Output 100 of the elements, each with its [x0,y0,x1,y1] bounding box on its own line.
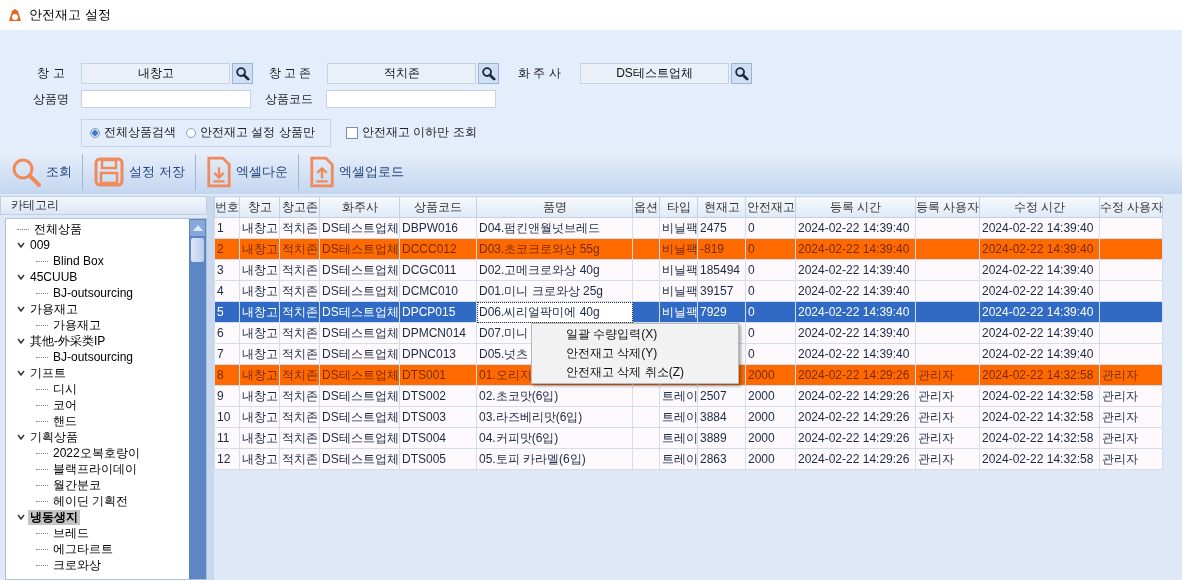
chevron-icon[interactable] [17,513,25,521]
menu-item[interactable]: 안전재고 삭제(Y) [532,344,738,363]
toolbar-button[interactable]: 엑셀업로드 [304,154,408,190]
table-cell: 2024-02-22 14:29:26 [798,368,910,382]
scrollbar[interactable] [189,219,206,579]
chevron-icon[interactable] [17,241,25,249]
table-cell: 2024-02-22 14:39:40 [982,326,1094,340]
table-cell: 관리자 [1102,367,1138,382]
tree-item[interactable]: 45CUUB [28,269,80,285]
file-upload-icon [308,156,335,188]
column-header[interactable]: 타입 [659,196,698,218]
tree-item[interactable]: 크로와상 [51,557,103,573]
table-cell: DS테스트업체 [322,430,399,445]
table-cell: 관리자 [918,409,954,424]
tree-item[interactable]: 기프트 [28,365,68,381]
column-header[interactable]: 옵션 [632,196,660,218]
column-header[interactable]: 품명 [476,196,633,218]
table-cell: DS테스트업체 [322,262,399,277]
tree-item[interactable]: 월간분코 [51,477,103,493]
lookup-field[interactable]: 적치존 [327,63,476,84]
lookup-field[interactable]: DS테스트업체 [580,63,729,84]
table-cell: DS테스트업체 [322,220,399,235]
tree-item[interactable]: 핸드 [51,413,79,429]
table-cell: 11 [217,431,230,445]
scrollbar-thumb[interactable] [191,238,204,262]
tree-item[interactable]: 2022오복호랑이 [51,445,142,461]
column-header[interactable]: 수정 시간 [979,196,1100,218]
tree-item[interactable]: 디시 [51,381,79,397]
tree-item[interactable]: 가용재고 [28,301,80,317]
table-cell: DS테스트업체 [322,283,399,298]
tree-item[interactable]: 가용재고 [51,317,103,333]
table-cell: 7929 [700,305,727,319]
tree-item[interactable]: 에그타르트 [51,541,115,557]
column-header[interactable]: 등록 시간 [795,196,916,218]
radio-option[interactable]: 안전재고 설정 상품만 [186,124,315,141]
tree-item[interactable]: Blind Box [51,253,106,269]
table-cell: DPCP015 [402,305,456,319]
table-cell: 2024-02-22 14:39:40 [982,347,1094,361]
product-name-field[interactable] [81,90,251,108]
tree-item[interactable]: 009 [28,237,53,253]
table-cell: 내창고 [242,241,278,256]
chevron-icon[interactable] [17,305,25,313]
tree-item[interactable]: 其他-外采类IP [28,333,108,349]
tree-item[interactable]: 전체상품 [32,221,84,237]
chevron-icon[interactable] [17,273,25,281]
toolbar-button[interactable]: 조회 [6,154,76,190]
table-cell: 관리자 [918,388,954,403]
column-header[interactable]: 창고 [239,196,280,218]
column-header[interactable]: 화주사 [319,196,400,218]
table-cell: 2024-02-22 14:39:40 [982,305,1094,319]
search-button[interactable] [232,63,253,84]
menu-item[interactable]: 일괄 수량입력(X) [532,325,738,344]
column-header[interactable]: 상품코드 [399,196,477,218]
menu-item[interactable]: 안전재고 삭제 취소(Z) [532,363,738,382]
table-cell: 내창고 [242,220,278,235]
radio-option[interactable]: 전체상품검색 [90,124,176,141]
toolbar-button[interactable]: 설정 저장 [89,154,189,190]
search-button[interactable] [478,63,499,84]
window-title: 안전재고 설정 [29,6,111,24]
tree-item[interactable]: 헤이딘 기획전 [51,493,131,509]
table-cell: 내창고 [242,283,278,298]
tree-item[interactable]: 기획상품 [28,429,80,445]
toolbar-button[interactable]: 엑셀다운 [201,154,292,190]
search-button[interactable] [731,63,752,84]
tree-item[interactable]: 코어 [51,397,79,413]
table-cell: 0 [748,242,755,256]
table-cell: 2024-02-22 14:39:40 [982,263,1094,277]
table-cell: 2024-02-22 14:32:58 [982,431,1094,445]
product-code-field[interactable] [326,90,496,108]
chevron-icon[interactable] [17,433,25,441]
table-cell: 10 [217,410,231,424]
table-cell: 적치존 [282,430,318,445]
tree-item[interactable]: BJ-outsourcing [51,285,136,301]
table-cell: 2024-02-22 14:32:58 [982,389,1094,403]
table-cell: 2024-02-22 14:29:26 [798,431,910,445]
column-header[interactable]: 수정 사용자 [1099,196,1163,218]
table-cell: DCGC011 [402,263,457,277]
column-header[interactable]: 등록 사용자 [915,196,980,218]
table-cell: 관리자 [1102,409,1138,424]
checkbox-option[interactable]: 안전재고 이하만 조회 [346,124,477,141]
column-header[interactable]: 현재고 [697,196,746,218]
column-header[interactable]: 창고존 [279,196,320,218]
column-header[interactable]: 번호 [214,196,240,218]
tree-item[interactable]: 블랙프라이데이 [51,461,139,477]
chevron-icon[interactable] [17,337,25,345]
table-cell: 관리자 [1102,451,1138,466]
table-cell: DS테스트업체 [322,367,399,382]
tree-item[interactable]: 브레드 [51,525,91,541]
table-cell: DTS002 [402,389,447,403]
table-cell: 적치존 [282,346,318,361]
table-cell: 적치존 [282,304,318,319]
lookup-field[interactable]: 내창고 [81,63,230,84]
table-cell: 적치존 [282,409,318,424]
field-label: 창 고 [36,65,66,82]
tree-item[interactable]: 냉동생지 [28,509,80,525]
table-cell: 비닐팩 [662,220,697,235]
column-header[interactable]: 안전재고 [745,196,796,218]
table-cell: 내창고 [242,451,278,466]
chevron-icon[interactable] [17,369,25,377]
tree-item[interactable]: BJ-outsourcing [51,349,136,365]
